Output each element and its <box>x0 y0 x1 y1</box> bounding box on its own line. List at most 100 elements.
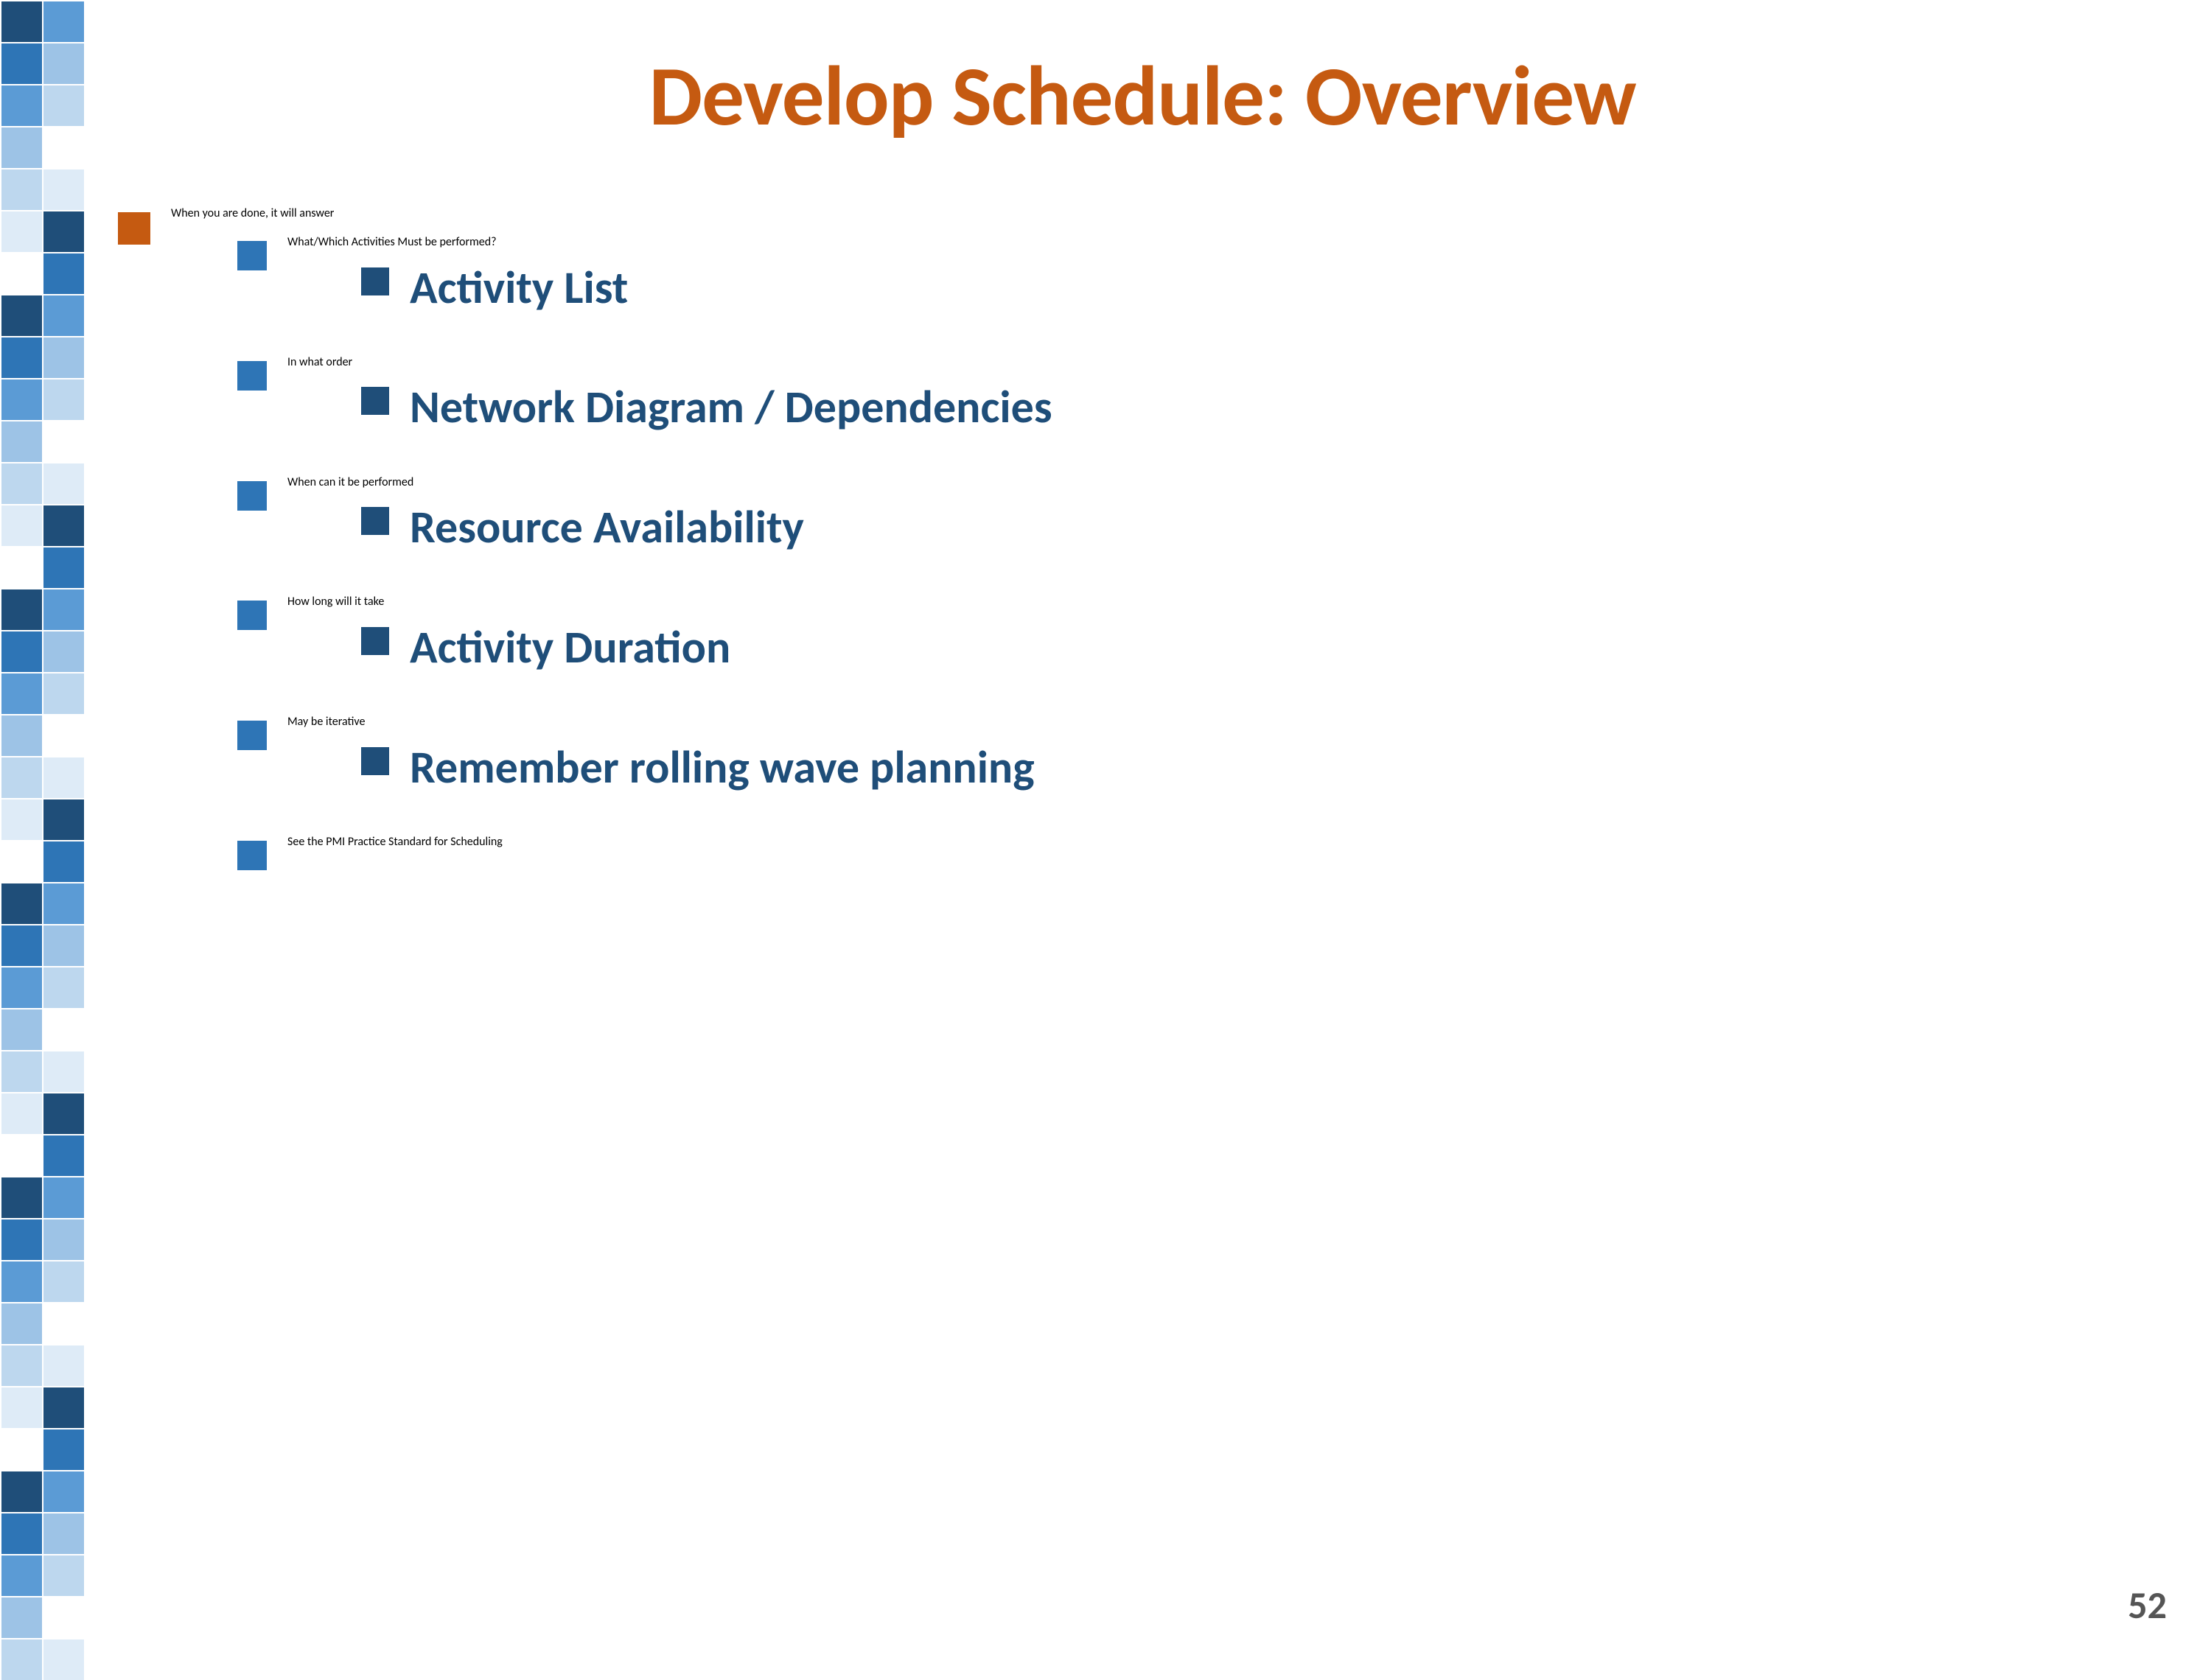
strip-block <box>1 799 42 840</box>
list-item-level2-5: May be iterative Remember rolling wave p… <box>237 715 2167 814</box>
level2-text-5: May be iterative <box>287 715 365 729</box>
strip-block <box>1 1219 42 1260</box>
level2-text-6: See the PMI Practice Standard for Schedu… <box>287 835 503 849</box>
bullet-square-l2-6 <box>237 841 267 870</box>
strip-block <box>43 1555 84 1596</box>
level2-content-6: See the PMI Practice Standard for Schedu… <box>287 835 2167 849</box>
level1-content-1: When you are done, it will answer What/W… <box>171 206 2167 891</box>
main-bullet-list: When you are done, it will answer What/W… <box>118 206 2167 891</box>
list-item-level2-4: How long will it take Activity Duration <box>237 595 2167 694</box>
bullet-square-l3-4 <box>361 627 389 655</box>
strip-block <box>43 715 84 756</box>
strip-block <box>43 757 84 798</box>
list-item-level2-6: See the PMI Practice Standard for Schedu… <box>237 835 2167 870</box>
bullet-square-l3-1 <box>361 267 389 295</box>
level3-list-2: Network Diagram / Dependencies <box>287 381 2167 433</box>
strip-block <box>1 1555 42 1596</box>
strip-block <box>1 757 42 798</box>
strip-block <box>1 1345 42 1386</box>
strip-block <box>43 43 84 84</box>
strip-block <box>1 673 42 714</box>
level3-list-5: Remember rolling wave planning <box>287 741 2167 794</box>
strip-block <box>43 211 84 252</box>
strip-block <box>43 1597 84 1638</box>
strip-block <box>43 295 84 336</box>
level2-text-2: In what order <box>287 355 352 369</box>
level3-text-5: Remember rolling wave planning <box>410 741 1035 794</box>
strip-block <box>1 43 42 84</box>
bullet-square-l2-5 <box>237 721 267 750</box>
level2-content-1: What/Which Activities Must be performed?… <box>287 235 2167 335</box>
left-decorative-strip <box>0 0 96 1658</box>
list-item-level3-5: Remember rolling wave planning <box>361 741 2167 794</box>
strip-block <box>1 925 42 966</box>
strip-block <box>43 1 84 42</box>
strip-block <box>1 631 42 672</box>
strip-block <box>43 1261 84 1302</box>
list-item-level3-1: Activity List <box>361 262 2167 314</box>
strip-block <box>1 211 42 252</box>
strip-block <box>1 253 42 294</box>
strip-block <box>1 589 42 630</box>
strip-block <box>43 421 84 462</box>
bullet-square-l3-2 <box>361 387 389 415</box>
slide-title: Develop Schedule: Overview <box>118 44 2167 147</box>
strip-block <box>1 1177 42 1218</box>
strip-block <box>1 1471 42 1512</box>
level3-text-4: Activity Duration <box>410 621 730 673</box>
strip-block <box>43 1135 84 1176</box>
strip-block <box>1 1429 42 1470</box>
strip-block <box>43 1219 84 1260</box>
strip-block <box>43 631 84 672</box>
strip-block <box>43 883 84 924</box>
strip-block <box>1 1639 42 1680</box>
strip-block <box>1 463 42 504</box>
bullet-square-l1-1 <box>118 212 150 245</box>
level3-list-3: Resource Availability <box>287 501 2167 553</box>
strip-block <box>43 1009 84 1050</box>
strip-block <box>1 883 42 924</box>
bullet-square-l2-3 <box>237 481 267 511</box>
list-item-level3-3: Resource Availability <box>361 501 2167 553</box>
strip-block <box>1 1009 42 1050</box>
level1-text-1: When you are done, it will answer <box>171 206 334 220</box>
strip-block <box>1 85 42 126</box>
strip-block <box>1 505 42 546</box>
strip-block <box>43 925 84 966</box>
strip-block <box>43 547 84 588</box>
strip-block <box>43 505 84 546</box>
strip-block <box>43 169 84 210</box>
strip-block <box>1 1387 42 1428</box>
strip-block <box>1 127 42 168</box>
level2-text-3: When can it be performed <box>287 475 413 489</box>
strip-block <box>1 1597 42 1638</box>
bullet-square-l2-1 <box>237 241 267 270</box>
strip-block <box>43 253 84 294</box>
strip-block <box>43 379 84 420</box>
level3-text-2: Network Diagram / Dependencies <box>410 381 1052 433</box>
strip-block <box>1 1261 42 1302</box>
list-item-level2-3: When can it be performed Resource Availa… <box>237 475 2167 575</box>
strip-block <box>1 169 42 210</box>
strip-block <box>43 1051 84 1092</box>
level3-list-4: Activity Duration <box>287 621 2167 673</box>
strip-block <box>1 379 42 420</box>
list-item-level2-2: In what order Network Diagram / Dependen… <box>237 355 2167 455</box>
strip-block <box>43 967 84 1008</box>
level2-content-5: May be iterative Remember rolling wave p… <box>287 715 2167 814</box>
level2-content-4: How long will it take Activity Duration <box>287 595 2167 694</box>
level3-list-1: Activity List <box>287 262 2167 314</box>
strip-block <box>1 841 42 882</box>
strip-block <box>1 337 42 378</box>
strip-block <box>43 799 84 840</box>
level2-text-1: What/Which Activities Must be performed? <box>287 235 497 249</box>
strip-block <box>43 1639 84 1680</box>
bullet-square-l2-2 <box>237 361 267 391</box>
strip-block <box>43 673 84 714</box>
level3-text-1: Activity List <box>410 262 628 314</box>
bullet-square-l3-3 <box>361 507 389 535</box>
strip-block <box>1 295 42 336</box>
strip-block <box>1 1051 42 1092</box>
strip-block <box>1 1303 42 1344</box>
strip-block <box>43 1429 84 1470</box>
